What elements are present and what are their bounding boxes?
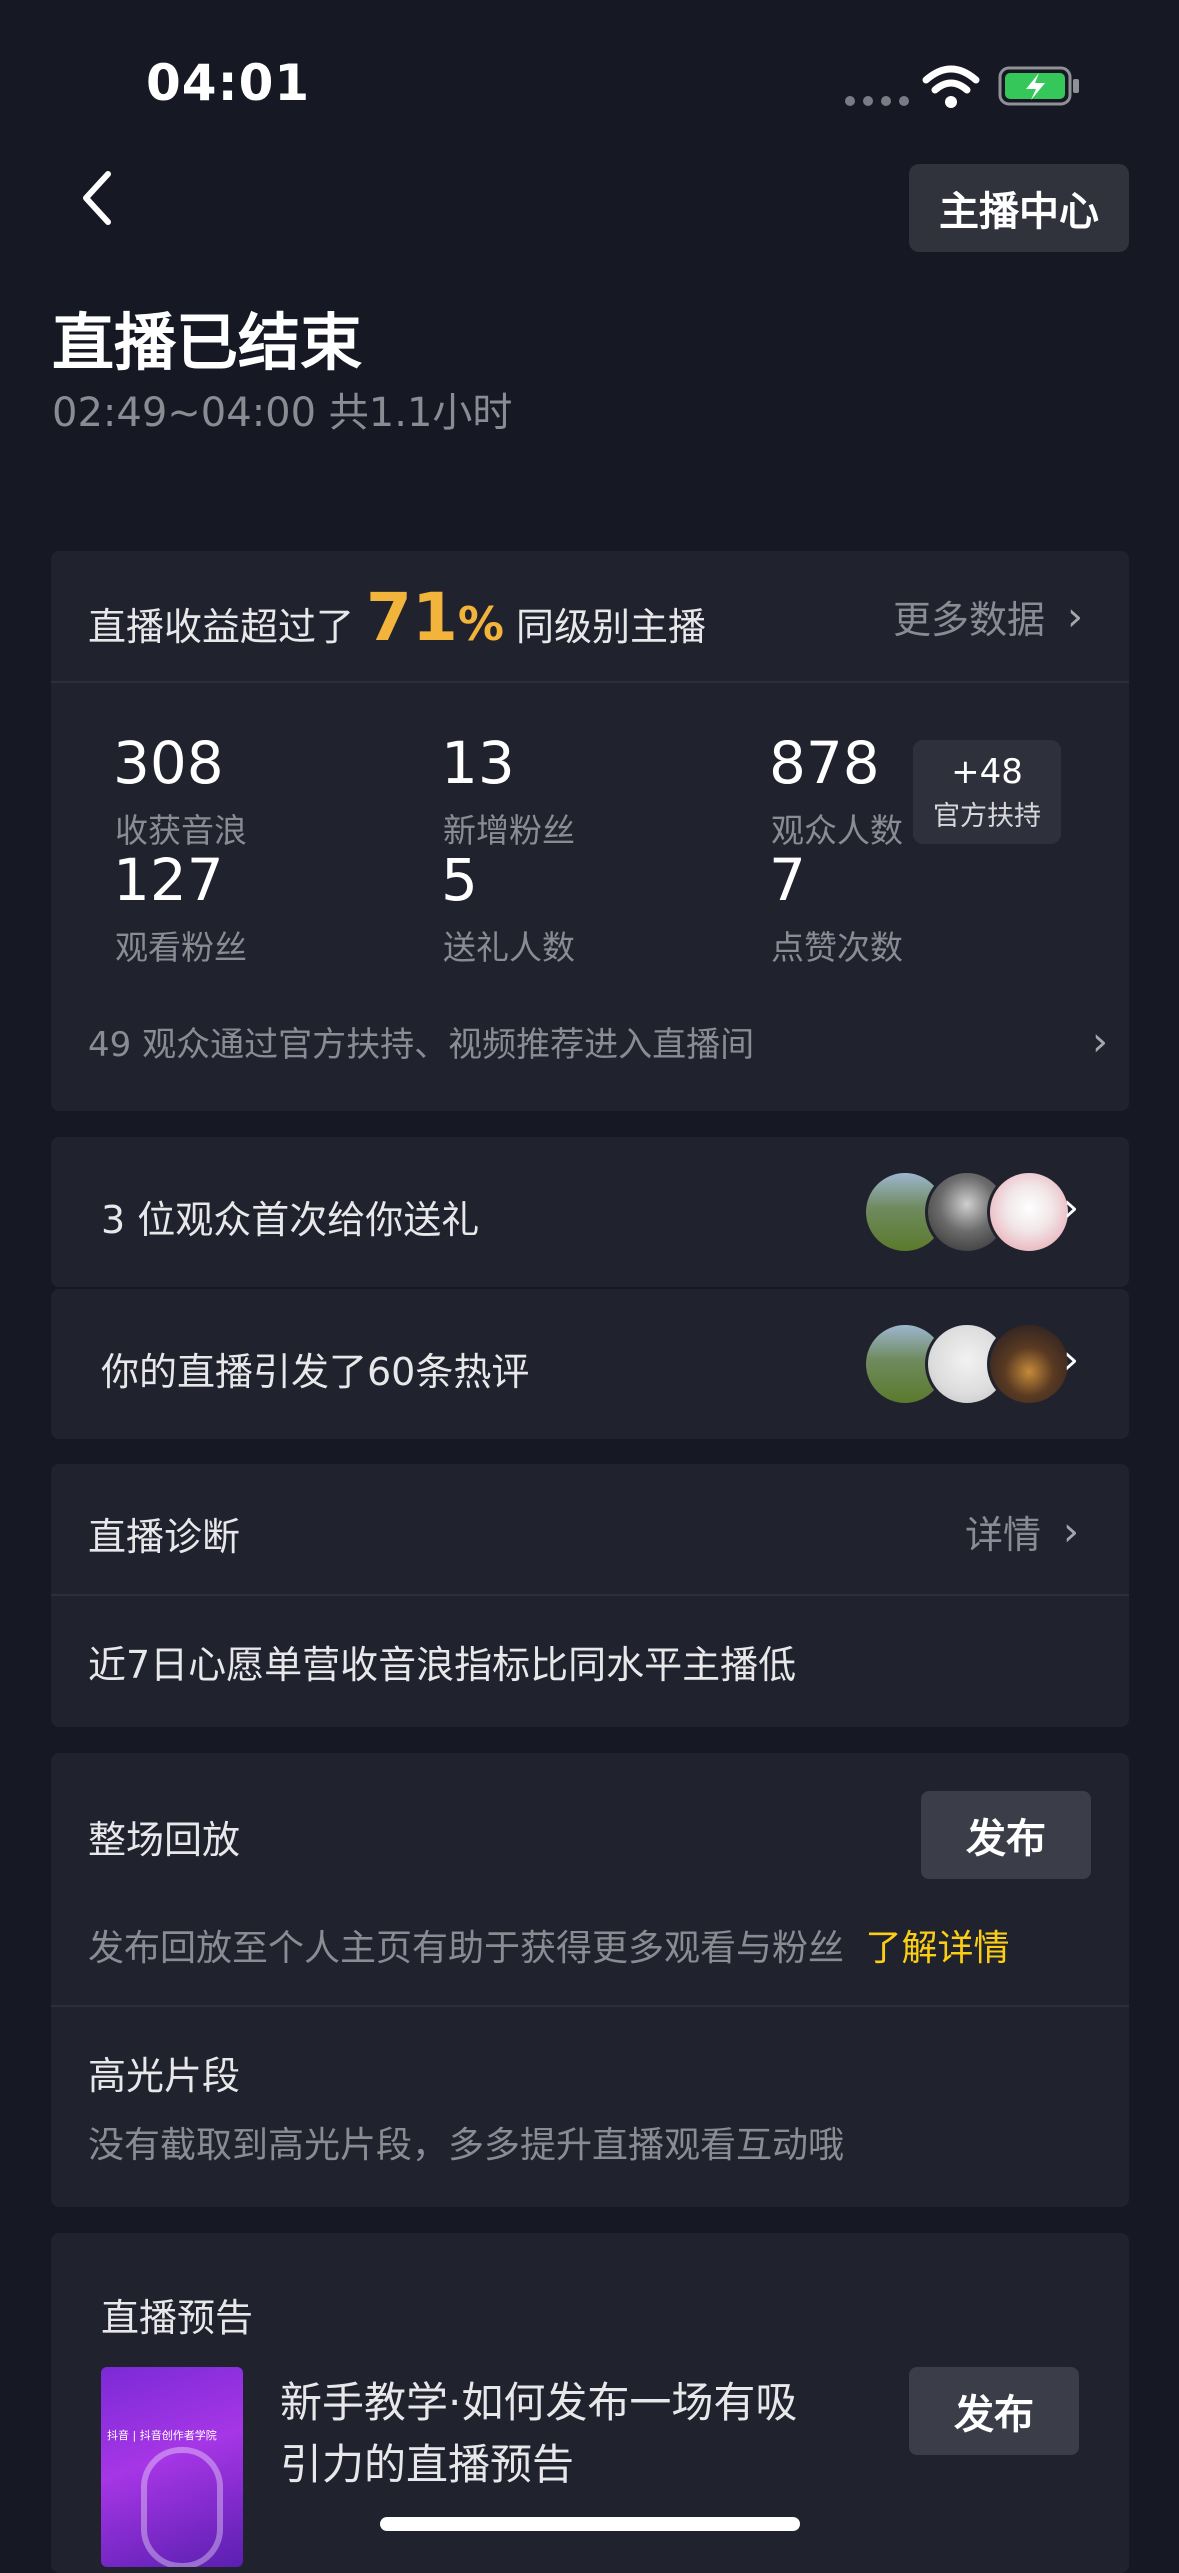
more-data-label: 更多数据 [893,598,1046,642]
preview-thumbnail[interactable]: 抖音 | 抖音创作者学院 [101,2367,243,2567]
wifi-icon [922,65,980,108]
replay-description-text: 发布回放至个人主页有助于获得更多观看与粉丝 [88,1928,845,1969]
stat-value: 878 [769,729,880,797]
income-rank-prefix: 直播收益超过了 [88,605,355,649]
back-arrow-icon[interactable] [78,168,118,228]
gift-avatars [863,1170,1071,1254]
hot-comments-row[interactable]: 你的直播引发了60条热评 › [51,1289,1129,1439]
stat-value: 13 [441,729,515,797]
replay-description: 发布回放至个人主页有助于获得更多观看与粉丝 了解详情 [88,1919,1009,1971]
stat-label: 观看粉丝 [115,928,247,967]
highlight-title: 高光片段 [88,2054,241,2098]
chevron-right-icon: › [1092,1018,1108,1065]
detail-label: 详情 [965,1513,1042,1557]
income-rank-suffix: 同级别主播 [515,605,706,649]
learn-more-link[interactable]: 了解详情 [865,1928,1009,1969]
first-gift-text: 3 位观众首次给你送礼 [101,1198,480,1242]
highlight-description: 没有截取到高光片段，多多提升直播观看互动哦 [88,2125,845,2166]
boost-label: 官方扶持 [933,801,1041,832]
status-time: 04:01 [146,54,311,112]
income-rank-percent: 71 [366,579,458,656]
chevron-right-icon: › [1063,1508,1080,1555]
traffic-source-row[interactable]: 49 观众通过官方扶持、视频推荐进入直播间 › [88,1017,1108,1066]
preview-title: 直播预告 [101,2296,254,2340]
boost-value: +48 [951,752,1023,792]
thumbnail-graphic [141,2447,223,2567]
stat-label: 观众人数 [771,811,903,850]
home-indicator[interactable] [380,2517,800,2531]
chevron-right-icon: › [1067,593,1084,640]
signal-icon [845,96,909,106]
chevron-right-icon: › [1063,1337,1079,1383]
comment-avatars [863,1322,1071,1406]
stat-label: 新增粉丝 [443,811,575,850]
stat-value: 127 [113,846,224,914]
hot-comments-text: 你的直播引发了60条热评 [101,1350,530,1394]
stat-value: 7 [769,846,806,914]
more-data-link[interactable]: 更多数据 › [893,589,1083,644]
avatar [987,1170,1071,1254]
diagnosis-title: 直播诊断 [88,1515,241,1559]
income-rank-text: 直播收益超过了 71 % 同级别主播 [88,579,706,656]
replay-card: 整场回放 发布 发布回放至个人主页有助于获得更多观看与粉丝 了解详情 高光片段 … [51,1753,1129,2207]
avatar [987,1322,1071,1406]
first-gift-row[interactable]: 3 位观众首次给你送礼 › [51,1137,1129,1287]
diagnosis-detail-link[interactable]: 详情 › [965,1504,1079,1559]
replay-title: 整场回放 [88,1818,241,1862]
stat-value: 308 [113,729,224,797]
publish-preview-button[interactable]: 发布 [909,2367,1079,2455]
preview-line-1: 新手教学·如何发布一场有吸 [280,2378,798,2427]
live-diagnosis-card: 直播诊断 详情 › 近7日心愿单营收音浪指标比同水平主播低 [51,1464,1129,1727]
host-center-button[interactable]: 主播中心 [909,164,1129,252]
traffic-source-note: 49 观众通过官方扶持、视频推荐进入直播间 [88,1025,755,1065]
divider [51,2005,1129,2007]
diagnosis-message: 近7日心愿单营收音浪指标比同水平主播低 [88,1643,797,1687]
live-duration: 02:49~04:00 共1.1小时 [52,390,513,436]
page-title: 直播已结束 [52,306,363,379]
publish-replay-button[interactable]: 发布 [921,1791,1091,1879]
stat-label: 收获音浪 [115,811,247,850]
chevron-right-icon: › [1063,1185,1079,1231]
divider [51,681,1129,683]
percent-sign: % [457,597,504,651]
divider [51,1594,1129,1596]
official-boost-badge: +48 官方扶持 [913,740,1061,844]
live-summary-card: 直播收益超过了 71 % 同级别主播 更多数据 › 308 收获音浪 13 新增… [51,551,1129,1111]
thumbnail-caption: 抖音 | 抖音创作者学院 [107,2429,217,2442]
battery-charging-icon [998,66,1079,106]
preview-line-2: 引力的直播预告 [280,2440,575,2489]
stat-label: 点赞次数 [771,928,903,967]
stat-value: 5 [441,846,478,914]
stat-label: 送礼人数 [443,928,575,967]
